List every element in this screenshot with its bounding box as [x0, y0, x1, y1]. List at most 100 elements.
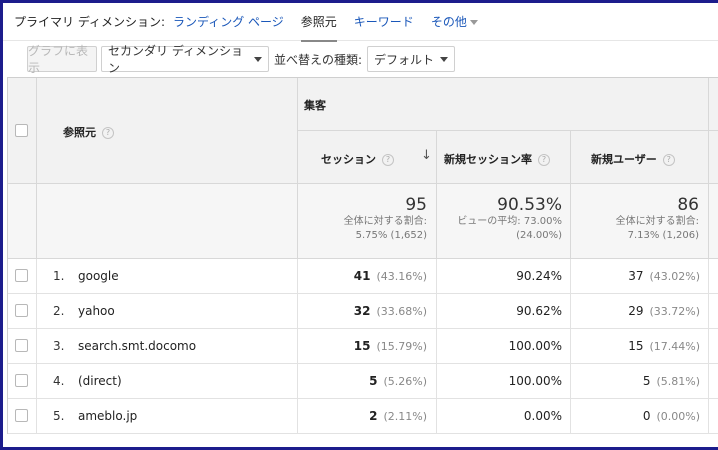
sessions-total-line1: 全体に対する割合: — [343, 216, 427, 227]
row-new-users-pct: (43.02%) — [649, 270, 700, 283]
row-new-users-pct: (5.81%) — [656, 375, 700, 388]
select-all-checkbox[interactable] — [15, 124, 28, 137]
row-new-session-rate: 100.00% — [508, 339, 562, 353]
dimension-header-label: 参照元 — [63, 126, 96, 139]
primary-dimension-landing-page[interactable]: ランディング ページ — [173, 13, 284, 30]
row-checkbox[interactable] — [15, 269, 28, 282]
row-source-link[interactable]: google — [78, 269, 119, 283]
primary-dimension-source[interactable]: 参照元 — [300, 13, 337, 42]
sort-type-select[interactable]: デフォルト — [367, 46, 456, 72]
row-index: 5. — [53, 409, 65, 423]
row-sessions-pct: (2.11%) — [383, 410, 427, 423]
row-new-users: 5 (5.81%) — [643, 374, 700, 388]
row-new-session-rate: 100.00% — [508, 374, 562, 388]
sort-type-value: デフォルト — [374, 52, 435, 67]
row-new-users: 37 (43.02%) — [628, 269, 700, 283]
secondary-dimension-label: セカンダリ ディメンション — [108, 44, 243, 75]
row-new-users-value: 0 — [642, 409, 651, 423]
report-table: 参照元? 集客 セッション? ↓ 新規セッション率? 新規ユーザー? 95 全体… — [7, 77, 718, 434]
table-row: 5. ameblo.jp 2 (2.11%) 0.00% 0 (0.00%) — [8, 399, 718, 434]
new-session-rate-header[interactable]: 新規セッション率? — [444, 151, 550, 167]
acquisition-group-header: 集客 — [304, 99, 326, 112]
row-checkbox[interactable] — [15, 374, 28, 387]
row-source-link[interactable]: (direct) — [78, 374, 122, 388]
row-source-link[interactable]: ameblo.jp — [78, 409, 137, 423]
sessions-total-value: 95 — [405, 195, 427, 215]
row-new-users-value: 37 — [628, 269, 644, 283]
row-sessions: 5 (5.26%) — [369, 374, 427, 388]
table-toolbar: グラフに表示 セカンダリ ディメンション 並べ替えの種類: デフォルト — [3, 42, 718, 76]
chevron-down-icon — [440, 57, 449, 62]
primary-dimension-bar: プライマリ ディメンション: ランディング ページ 参照元 キーワード その他 — [3, 3, 718, 42]
row-checkbox[interactable] — [15, 339, 28, 352]
new-session-rate-total: 90.53% ビューの平均: 73.00% (24.00%) — [436, 195, 562, 243]
new-session-rate-total-line1: ビューの平均: 73.00% — [457, 216, 562, 227]
row-new-users-pct: (17.44%) — [649, 340, 700, 353]
row-sessions-pct: (43.16%) — [376, 270, 427, 283]
row-sessions: 15 (15.79%) — [354, 339, 427, 353]
secondary-dimension-select[interactable]: セカンダリ ディメンション — [101, 44, 269, 75]
table-row: 2. yahoo 32 (33.68%) 90.62% 29 (33.72%) — [8, 294, 718, 329]
row-sessions: 41 (43.16%) — [354, 269, 427, 283]
table-row: 4. (direct) 5 (5.26%) 100.00% 5 (5.81%) — [8, 364, 718, 399]
help-icon[interactable]: ? — [538, 154, 550, 166]
row-new-session-rate: 90.62% — [516, 304, 562, 318]
row-index: 4. — [53, 374, 65, 388]
dimension-header[interactable]: 参照元? — [63, 124, 114, 140]
sort-descending-icon[interactable]: ↓ — [421, 148, 432, 163]
sort-type-label: 並べ替えの種類: — [274, 52, 363, 67]
chevron-down-icon — [469, 19, 478, 25]
new-users-header[interactable]: 新規ユーザー? — [591, 151, 675, 167]
new-session-rate-total-line2: (24.00%) — [516, 230, 562, 241]
row-new-users-value: 5 — [642, 374, 651, 388]
sessions-header[interactable]: セッション? — [321, 151, 394, 167]
row-index: 3. — [53, 339, 65, 353]
row-sessions-pct: (15.79%) — [376, 340, 427, 353]
row-new-session-rate: 90.24% — [516, 269, 562, 283]
row-sessions-value: 32 — [353, 304, 371, 318]
row-new-users: 15 (17.44%) — [628, 339, 700, 353]
plot-rows-label: グラフに表示 — [28, 44, 89, 75]
row-new-users-value: 29 — [628, 304, 644, 318]
table-row: 3. search.smt.docomo 15 (15.79%) 100.00% … — [8, 329, 718, 364]
new-users-total-value: 86 — [677, 195, 699, 215]
new-session-rate-total-value: 90.53% — [497, 195, 562, 215]
row-sessions-pct: (33.68%) — [376, 305, 427, 318]
help-icon[interactable]: ? — [102, 127, 114, 139]
help-icon[interactable]: ? — [662, 154, 675, 166]
new-users-total-line2: 7.13% (1,206) — [627, 230, 699, 241]
row-checkbox[interactable] — [15, 304, 28, 317]
row-source-link[interactable]: search.smt.docomo — [78, 339, 196, 353]
row-sessions-value: 15 — [353, 339, 371, 353]
primary-dimension-other-dropdown[interactable]: その他 — [431, 13, 478, 30]
chevron-down-icon — [254, 57, 262, 62]
row-new-users-pct: (33.72%) — [649, 305, 700, 318]
sessions-total: 95 全体に対する割合: 5.75% (1,652) — [297, 195, 427, 243]
row-sessions: 32 (33.68%) — [354, 304, 427, 318]
row-new-users: 29 (33.72%) — [628, 304, 700, 318]
new-session-rate-header-label: 新規セッション率 — [444, 153, 532, 166]
new-users-header-label: 新規ユーザー — [591, 153, 657, 166]
row-source-link[interactable]: yahoo — [78, 304, 115, 318]
row-new-users: 0 (0.00%) — [643, 409, 700, 423]
table-row: 1. google 41 (43.16%) 90.24% 37 (43.02%) — [8, 259, 718, 294]
row-sessions-value: 2 — [369, 409, 378, 423]
row-index: 1. — [53, 269, 65, 283]
row-index: 2. — [53, 304, 65, 318]
primary-dimension-keyword[interactable]: キーワード — [354, 13, 414, 30]
row-sessions: 2 (2.11%) — [369, 409, 427, 423]
primary-dimension-label: プライマリ ディメンション: — [14, 15, 166, 29]
sessions-total-line2: 5.75% (1,652) — [355, 230, 427, 241]
row-sessions-pct: (5.26%) — [383, 375, 427, 388]
primary-dimension-other-label: その他 — [430, 15, 467, 29]
sessions-header-label: セッション — [321, 153, 376, 166]
table-header: 参照元? 集客 セッション? ↓ 新規セッション率? 新規ユーザー? — [8, 78, 718, 184]
new-users-total-line1: 全体に対する割合: — [615, 216, 699, 227]
help-icon[interactable]: ? — [382, 154, 394, 166]
row-new-session-rate: 0.00% — [523, 409, 562, 423]
plot-rows-button[interactable]: グラフに表示 — [27, 44, 97, 75]
totals-row: 95 全体に対する割合: 5.75% (1,652) 90.53% ビューの平均… — [8, 184, 718, 259]
row-sessions-value: 5 — [369, 374, 378, 388]
row-new-users-value: 15 — [628, 339, 644, 353]
row-checkbox[interactable] — [15, 409, 28, 422]
